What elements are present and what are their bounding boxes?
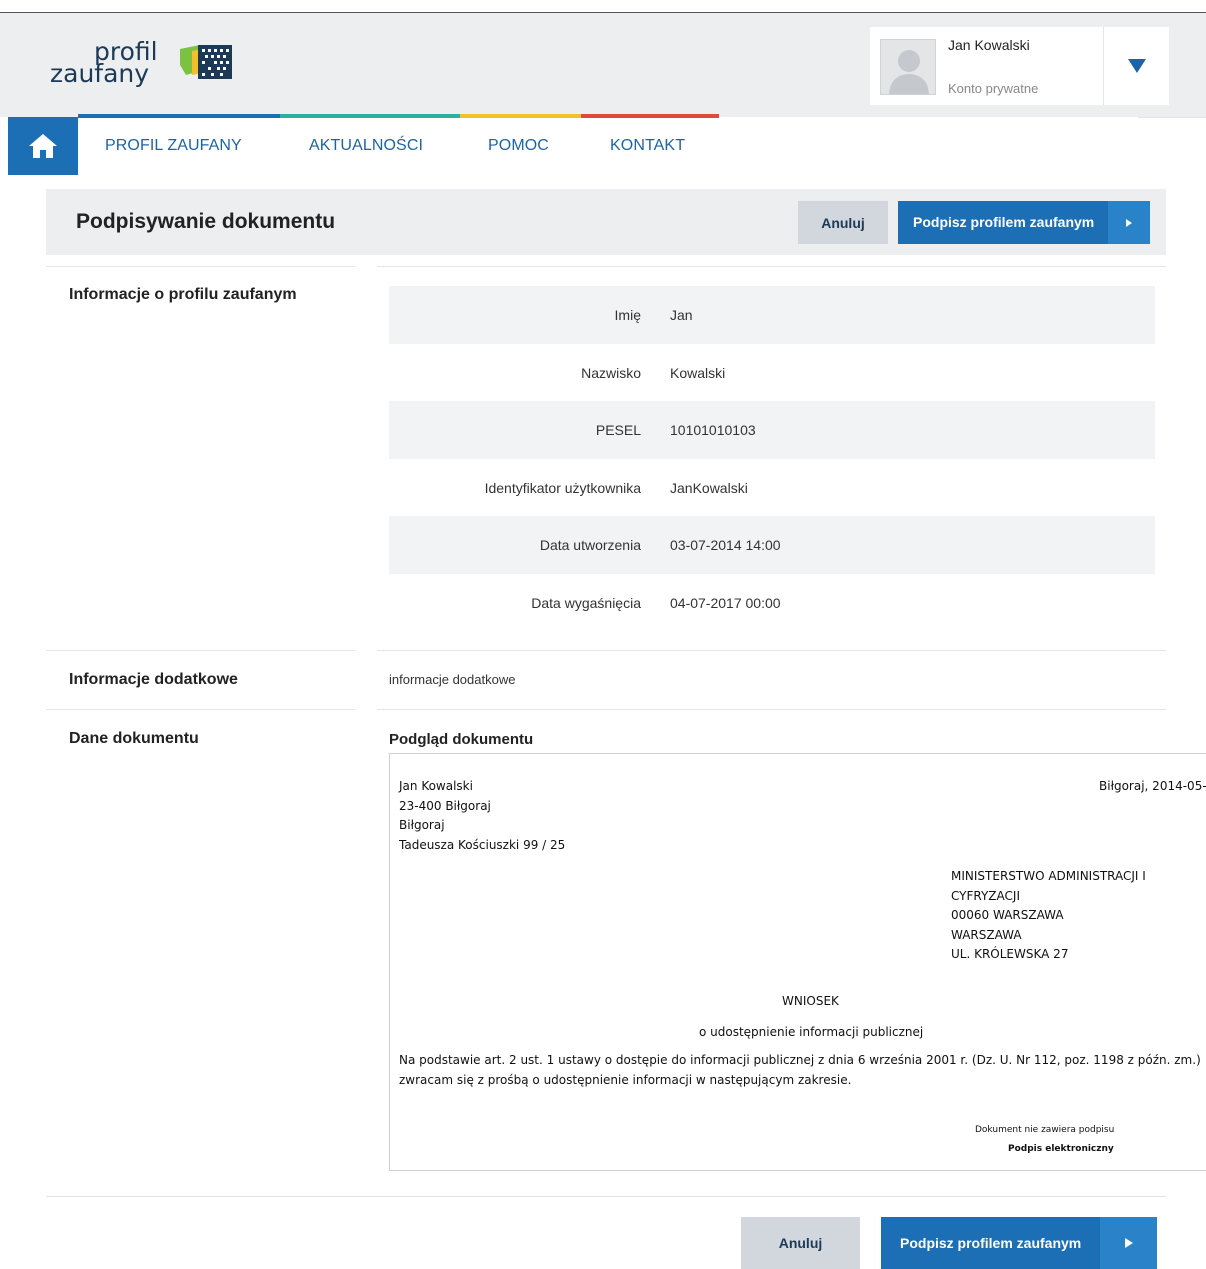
info-row: Data utworzenia 03-07-2014 14:00	[389, 516, 1155, 574]
recipient-line: MINISTERSTWO ADMINISTRACJI I	[951, 869, 1146, 883]
recipient-line: UL. KRÓLEWSKA 27	[951, 947, 1069, 961]
chevron-down-icon	[1127, 59, 1146, 73]
user-menu-toggle[interactable]	[1104, 27, 1169, 105]
home-button[interactable]	[8, 117, 78, 175]
document-heading: WNIOSEK	[782, 994, 839, 1008]
info-value: 03-07-2014 14:00	[670, 537, 781, 553]
avatar	[880, 39, 936, 95]
info-key: Identyfikator użytkownika	[484, 479, 641, 496]
nav-pomoc[interactable]: POMOC	[488, 137, 549, 155]
arrow-right-icon	[1100, 1217, 1157, 1269]
info-row: Nazwisko Kowalski	[389, 344, 1155, 402]
nav-accent-strip	[78, 114, 719, 118]
body-line: zwracam się z prośbą o udostępnienie inf…	[399, 1072, 852, 1087]
divider	[377, 266, 1166, 267]
logo-text-line2: zaufany	[50, 59, 150, 88]
info-row: Imię Jan	[389, 286, 1155, 344]
sign-button-label: Podpisz profilem zaufanym	[913, 214, 1095, 230]
cancel-button[interactable]: Anuluj	[798, 201, 888, 244]
divider	[377, 709, 1166, 710]
home-icon	[29, 134, 57, 158]
info-key: Nazwisko	[581, 364, 641, 381]
document-data-label: Dane dokumentu	[69, 730, 199, 747]
sender-line: Jan Kowalski	[399, 779, 473, 793]
cancel-button-bottom[interactable]: Anuluj	[741, 1217, 860, 1269]
info-key: PESEL	[595, 422, 641, 438]
nav-aktualnosci[interactable]: AKTUALNOŚCI	[309, 137, 423, 155]
document-preview-title: Podgląd dokumentu	[389, 731, 534, 748]
info-value: 04-07-2017 00:00	[670, 594, 781, 611]
info-row: PESEL 10101010103	[389, 401, 1155, 459]
info-value: 10101010103	[670, 422, 756, 438]
divider	[46, 709, 355, 710]
sender-line: Tadeusza Kościuszki 99 / 25	[399, 837, 566, 852]
divider	[46, 266, 355, 267]
recipient-line: WARSZAWA	[951, 927, 1022, 942]
nav-profil-zaufany[interactable]: PROFIL ZAUFANY	[105, 137, 242, 155]
user-placeholder-icon	[889, 50, 929, 94]
divider	[377, 650, 1166, 651]
account-type: Konto prywatne	[948, 81, 1039, 96]
sender-line: Biłgoraj	[399, 818, 445, 832]
info-key: Data wygaśnięcia	[531, 594, 641, 611]
info-row: Identyfikator użytkownika JanKowalski	[389, 459, 1155, 517]
extra-info-label: Informacje dodatkowe	[69, 671, 238, 688]
logo-mark-icon	[180, 45, 232, 79]
document-subheading: o udostępnienie informacji publicznej	[699, 1025, 924, 1039]
info-row: Data wygaśnięcia 04-07-2017 00:00	[389, 574, 1155, 632]
profile-info-table: Imię Jan Nazwisko Kowalski PESEL 1010101…	[389, 286, 1155, 631]
info-key: Imię	[614, 307, 641, 323]
divider	[46, 1196, 1166, 1197]
info-value: Jan	[670, 307, 693, 323]
sender-line: 23-400 Biłgoraj	[399, 798, 491, 813]
document-preview[interactable]: Jan Kowalski 23-400 Biłgoraj Biłgoraj Ta…	[389, 753, 1206, 1171]
no-signature-note: Dokument nie zawiera podpisu	[975, 1125, 1115, 1135]
info-value: JanKowalski	[670, 479, 748, 496]
page-title: Podpisywanie dokumentu	[76, 210, 336, 233]
nav-kontakt[interactable]: KONTAKT	[610, 137, 685, 155]
profile-info-label: Informacje o profilu zaufanym	[69, 286, 297, 303]
divider	[46, 650, 355, 651]
sign-button-label: Podpisz profilem zaufanym	[900, 1235, 1082, 1251]
extra-info-value: informacje dodatkowe	[389, 672, 516, 687]
signature-label: Podpis elektroniczny	[1008, 1144, 1114, 1154]
page-header: Podpisywanie dokumentu Anuluj Podpisz pr…	[46, 189, 1166, 255]
recipient-address: MINISTERSTWO ADMINISTRACJI I CYFRYZACJI …	[951, 867, 1146, 965]
document-body: Na podstawie art. 2 ust. 1 ustawy o dost…	[399, 1051, 1201, 1090]
nav-divider	[1138, 117, 1206, 118]
arrow-right-icon	[1108, 201, 1150, 244]
sign-button-bottom[interactable]: Podpisz profilem zaufanym	[881, 1217, 1157, 1269]
logo[interactable]: profil zaufany	[50, 35, 240, 95]
place-date: Biłgoraj, 2014-05-	[1099, 779, 1206, 793]
info-value: Kowalski	[670, 364, 726, 381]
recipient-line: 00060 WARSZAWA	[951, 908, 1064, 922]
sender-address: Jan Kowalski 23-400 Biłgoraj Biłgoraj Ta…	[399, 777, 565, 855]
info-key: Data utworzenia	[539, 537, 641, 553]
sign-button[interactable]: Podpisz profilem zaufanym	[898, 201, 1150, 244]
user-menu[interactable]: Jan Kowalski Konto prywatne	[870, 27, 1169, 105]
user-name: Jan Kowalski	[948, 37, 1030, 53]
body-line: Na podstawie art. 2 ust. 1 ustawy o dost…	[399, 1053, 1201, 1067]
recipient-line: CYFRYZACJI	[951, 888, 1020, 903]
